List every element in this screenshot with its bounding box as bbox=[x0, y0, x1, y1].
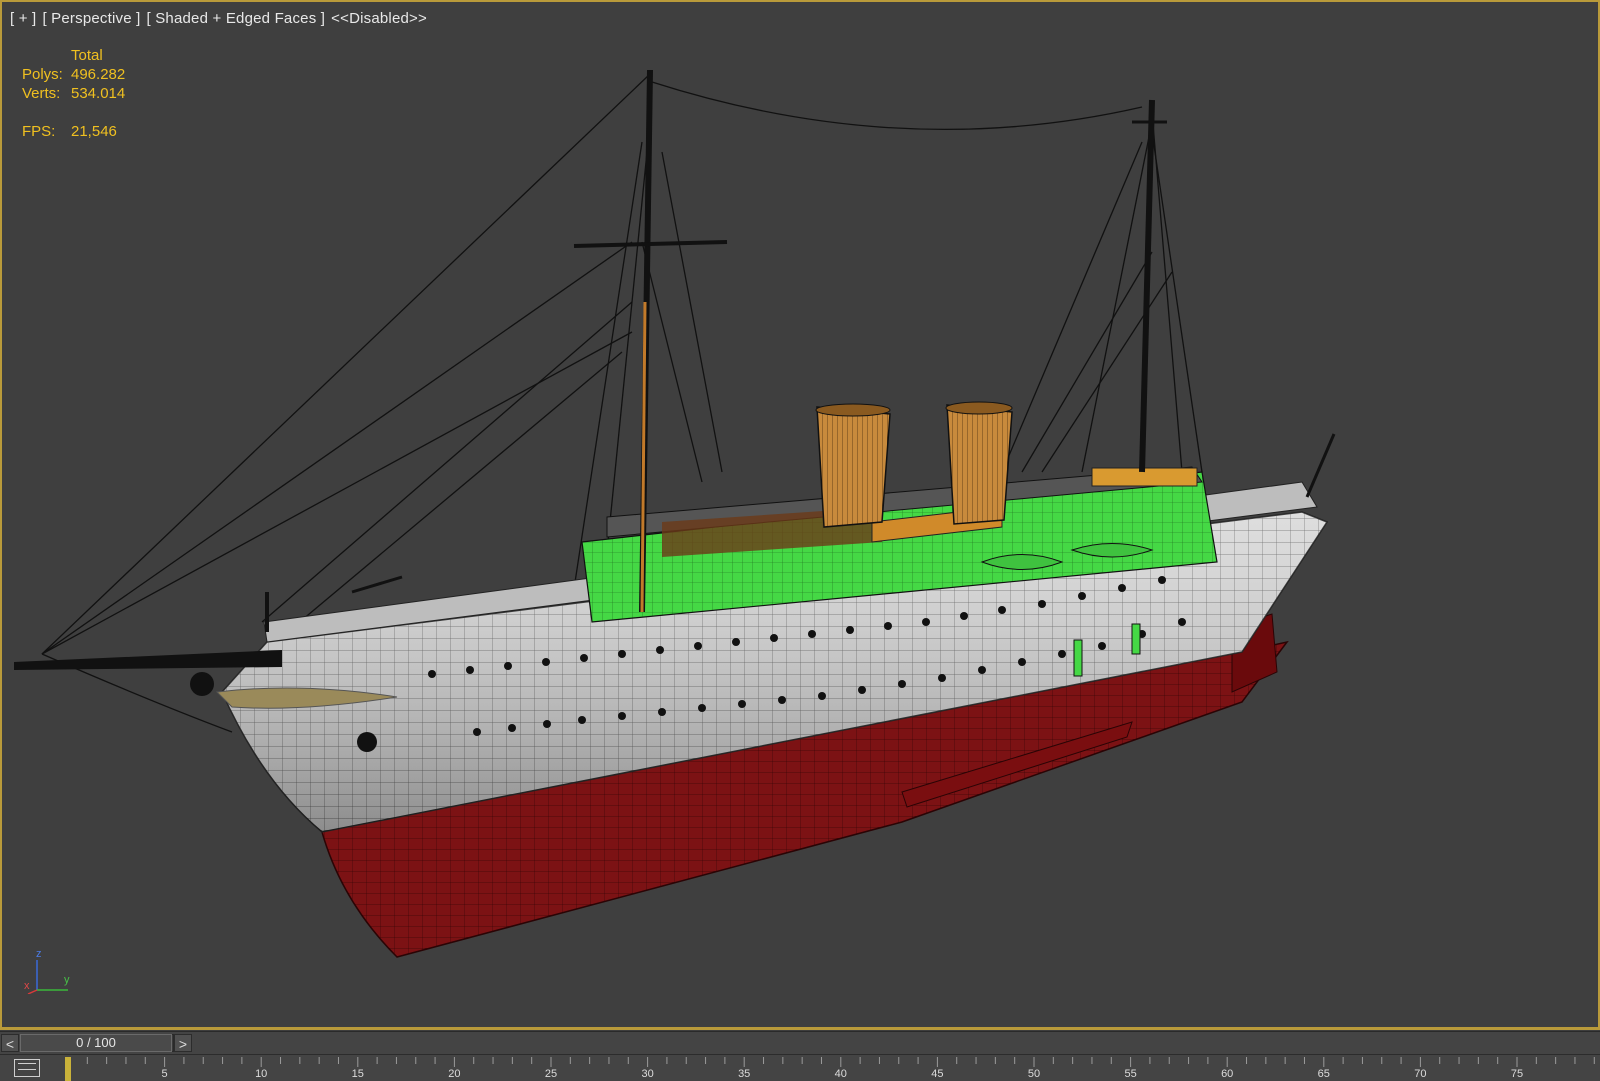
trackbar-tick-label: 55 bbox=[1124, 1068, 1137, 1080]
time-cursor[interactable] bbox=[65, 1057, 71, 1081]
trackbar-tick-label: 65 bbox=[1317, 1068, 1330, 1080]
trackbar-tick-label: 10 bbox=[255, 1068, 268, 1080]
funnel-fore bbox=[816, 406, 891, 528]
trackbar-ticks bbox=[67, 1057, 1595, 1067]
ship-3d-model[interactable] bbox=[2, 2, 1598, 1027]
trackbar-tick-label: 70 bbox=[1414, 1068, 1427, 1080]
trackbar-tick-label: 25 bbox=[544, 1068, 558, 1080]
trackbar[interactable]: 5 10 15 20 25 30 35 40 45 50 55 60 65 70 75 bbox=[0, 1054, 1600, 1081]
axis-gizmo: z x y bbox=[20, 948, 80, 1004]
anchor bbox=[357, 732, 377, 752]
trackbar-tick-label: 35 bbox=[738, 1068, 751, 1080]
trackbar-tick-label: 60 bbox=[1221, 1068, 1234, 1080]
next-frame-button[interactable]: > bbox=[174, 1034, 192, 1052]
gizmo-x-label: x bbox=[24, 980, 30, 992]
trackbar-tick-label: 45 bbox=[931, 1068, 944, 1080]
trackbar-tick-label: 40 bbox=[834, 1068, 847, 1080]
trackbar-tick-label: 75 bbox=[1510, 1068, 1524, 1080]
trackbar-tick-label: 5 bbox=[161, 1068, 168, 1080]
time-slider[interactable]: < 0 / 100 > bbox=[0, 1031, 1600, 1054]
trackbar-tick-label: 20 bbox=[448, 1068, 461, 1080]
perspective-viewport[interactable]: [ + ][ Perspective ][ Shaded + Edged Fac… bbox=[0, 0, 1600, 1030]
trackbar-tick-label: 30 bbox=[641, 1068, 654, 1080]
trackbar-tick-label: 50 bbox=[1027, 1068, 1041, 1080]
gizmo-y-label: y bbox=[64, 974, 70, 986]
time-slider-thumb[interactable]: 0 / 100 bbox=[20, 1034, 172, 1052]
gizmo-z-label: z bbox=[36, 948, 42, 960]
previous-frame-button[interactable]: < bbox=[1, 1034, 19, 1052]
funnel-aft bbox=[946, 404, 1013, 525]
trackbar-tick-label: 15 bbox=[351, 1068, 364, 1080]
